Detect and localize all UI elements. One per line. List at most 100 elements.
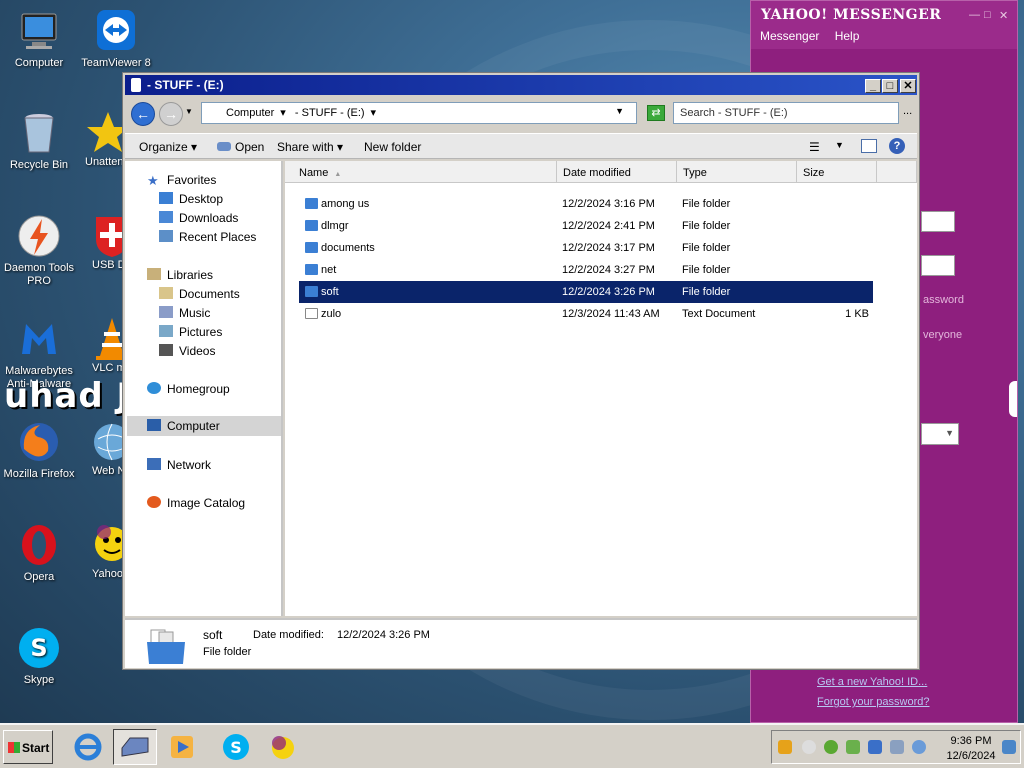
recycle-bin-icon bbox=[16, 110, 62, 156]
nav-image-catalog[interactable]: Image Catalog bbox=[147, 494, 245, 512]
tray-clock-icon[interactable] bbox=[912, 740, 926, 754]
chevron-right-icon[interactable]: ▾ bbox=[280, 107, 286, 119]
yahoo-menu-messenger[interactable]: Messenger bbox=[760, 29, 819, 43]
tray-utorrent-icon[interactable] bbox=[824, 740, 838, 754]
nav-network[interactable]: Network bbox=[147, 456, 211, 474]
share-with-button[interactable]: Share with ▾ bbox=[277, 140, 343, 154]
desktop-icon bbox=[159, 192, 173, 204]
organize-button[interactable]: Organize ▾ bbox=[139, 140, 197, 154]
text-file-icon bbox=[305, 308, 318, 319]
start-button[interactable]: Start bbox=[3, 730, 53, 764]
chevron-down-icon: ▼ bbox=[945, 428, 954, 438]
column-header-size[interactable]: Size bbox=[797, 161, 877, 183]
file-row[interactable]: soft 12/2/2024 3:26 PM File folder bbox=[299, 281, 873, 303]
more-icon[interactable]: ... bbox=[903, 105, 912, 117]
nav-pictures[interactable]: Pictures bbox=[159, 323, 222, 341]
yahoo-minimize-button[interactable]: — bbox=[969, 9, 980, 21]
icon-label: TeamViewer 8 bbox=[81, 57, 151, 69]
taskbar-media-player[interactable] bbox=[160, 729, 204, 765]
internet-explorer-icon bbox=[74, 733, 102, 761]
nav-videos[interactable]: Videos bbox=[159, 342, 215, 360]
nav-documents[interactable]: Documents bbox=[159, 285, 240, 303]
file-row[interactable]: net 12/2/2024 3:27 PM File folder bbox=[299, 259, 873, 281]
yahoo-status-dropdown[interactable]: ▼ bbox=[921, 423, 959, 445]
explorer-window[interactable]: - STUFF - (E:) _ □ ✕ ← → ▼ Computer ▾ - S… bbox=[122, 72, 920, 670]
nav-computer[interactable]: Computer bbox=[127, 416, 281, 436]
yahoo-menu-help[interactable]: Help bbox=[835, 29, 860, 43]
desktop-icon-unattended[interactable]: Unattended Soft bbox=[85, 110, 123, 169]
column-header-date[interactable]: Date modified bbox=[557, 161, 677, 183]
computer-icon bbox=[16, 8, 62, 54]
preview-pane-icon[interactable] bbox=[861, 139, 877, 153]
close-button[interactable]: ✕ bbox=[900, 79, 916, 93]
tray-network-icon[interactable] bbox=[868, 740, 882, 754]
file-row[interactable]: documents 12/2/2024 3:17 PM File folder bbox=[299, 237, 873, 259]
new-folder-button[interactable]: New folder bbox=[364, 140, 421, 154]
desktop-icon-teamviewer[interactable]: TeamViewer 8 bbox=[77, 8, 155, 70]
column-header-type[interactable]: Type bbox=[677, 161, 797, 183]
desktop-icon-daemon-tools[interactable]: Daemon Tools PRO bbox=[0, 213, 78, 288]
music-icon bbox=[159, 306, 173, 318]
malwarebytes-icon bbox=[16, 316, 62, 362]
file-row[interactable]: dlmgr 12/2/2024 2:41 PM File folder bbox=[299, 215, 873, 237]
tray-monitor-icon[interactable] bbox=[890, 740, 904, 754]
recent-pages-dropdown-icon[interactable]: ▼ bbox=[185, 107, 195, 119]
address-dropdown-icon[interactable]: ▼ bbox=[615, 106, 624, 116]
folder-icon bbox=[305, 242, 318, 253]
explorer-titlebar[interactable]: - STUFF - (E:) _ □ ✕ bbox=[125, 75, 917, 95]
views-icon[interactable]: ☰ bbox=[809, 140, 820, 154]
help-icon[interactable]: ? bbox=[889, 138, 905, 154]
nav-music[interactable]: Music bbox=[159, 304, 210, 322]
clock[interactable]: 9:36 PM 12/6/2024 bbox=[942, 734, 1000, 764]
refresh-button[interactable]: ⇄ bbox=[647, 105, 665, 121]
open-button[interactable]: Open bbox=[217, 140, 264, 154]
star-icon: ★ bbox=[147, 173, 159, 188]
details-date: 12/2/2024 3:26 PM bbox=[337, 629, 430, 641]
nav-recent-places[interactable]: Recent Places bbox=[159, 228, 256, 246]
breadcrumb-computer[interactable]: Computer bbox=[226, 107, 274, 119]
chevron-right-icon[interactable]: ▾ bbox=[371, 107, 377, 119]
yahoo-password-input[interactable] bbox=[921, 255, 955, 276]
details-name: soft bbox=[203, 628, 223, 642]
yahoo-forgot-password-link[interactable]: Forgot your password? bbox=[817, 696, 930, 708]
address-bar[interactable]: Computer ▾ - STUFF - (E:) ▾ ▼ bbox=[201, 102, 637, 124]
views-dropdown-icon[interactable]: ▼ bbox=[835, 140, 844, 150]
desktop-icon-skype[interactable]: S Skype bbox=[0, 625, 78, 687]
yahoo-new-id-link[interactable]: Get a new Yahoo! ID... bbox=[817, 676, 927, 688]
tray-upload-icon[interactable] bbox=[846, 740, 860, 754]
tray-smiley-icon[interactable] bbox=[802, 740, 816, 754]
taskbar-ie[interactable] bbox=[66, 729, 110, 765]
yahoo-maximize-button[interactable]: □ bbox=[984, 9, 991, 21]
forward-button[interactable]: → bbox=[159, 102, 183, 126]
file-row[interactable]: among us 12/2/2024 3:16 PM File folder bbox=[299, 193, 873, 215]
taskbar-explorer[interactable] bbox=[113, 729, 157, 765]
breadcrumb-stuff[interactable]: - STUFF - (E:) bbox=[295, 107, 365, 119]
nav-desktop[interactable]: Desktop bbox=[159, 190, 223, 208]
column-header-name[interactable]: Name ▲ bbox=[285, 161, 557, 183]
file-type: File folder bbox=[682, 220, 731, 232]
yahoo-close-button[interactable]: ✕ bbox=[999, 9, 1008, 22]
network-icon bbox=[147, 458, 161, 470]
desktop-icon-recycle-bin[interactable]: Recycle Bin bbox=[0, 110, 78, 172]
taskbar-skype[interactable]: S bbox=[214, 729, 258, 765]
yahoo-id-input[interactable] bbox=[921, 211, 955, 232]
homegroup-icon bbox=[147, 382, 161, 394]
nav-favorites[interactable]: ★ Favorites bbox=[147, 171, 216, 189]
nav-homegroup[interactable]: Homegroup bbox=[147, 380, 230, 398]
desktop-icon-firefox[interactable]: Mozilla Firefox bbox=[0, 419, 78, 481]
nav-libraries[interactable]: Libraries bbox=[147, 266, 213, 284]
desktop-icon-computer[interactable]: Computer bbox=[0, 8, 78, 70]
file-type: File folder bbox=[682, 264, 731, 276]
minimize-button[interactable]: _ bbox=[865, 79, 881, 93]
maximize-button[interactable]: □ bbox=[882, 79, 898, 93]
desktop-icon-opera[interactable]: Opera bbox=[0, 522, 78, 584]
tray-people-icon[interactable] bbox=[778, 740, 792, 754]
taskbar-yahoo-messenger[interactable] bbox=[262, 729, 306, 765]
icon-label: Recycle Bin bbox=[9, 159, 69, 171]
search-input[interactable]: Search - STUFF - (E:) bbox=[673, 102, 899, 124]
firefox-icon bbox=[16, 419, 62, 465]
nav-downloads[interactable]: Downloads bbox=[159, 209, 238, 227]
back-button[interactable]: ← bbox=[131, 102, 155, 126]
show-desktop-icon[interactable] bbox=[1002, 740, 1016, 754]
file-row[interactable]: zulo 12/3/2024 11:43 AM Text Document 1 KB bbox=[299, 303, 873, 325]
